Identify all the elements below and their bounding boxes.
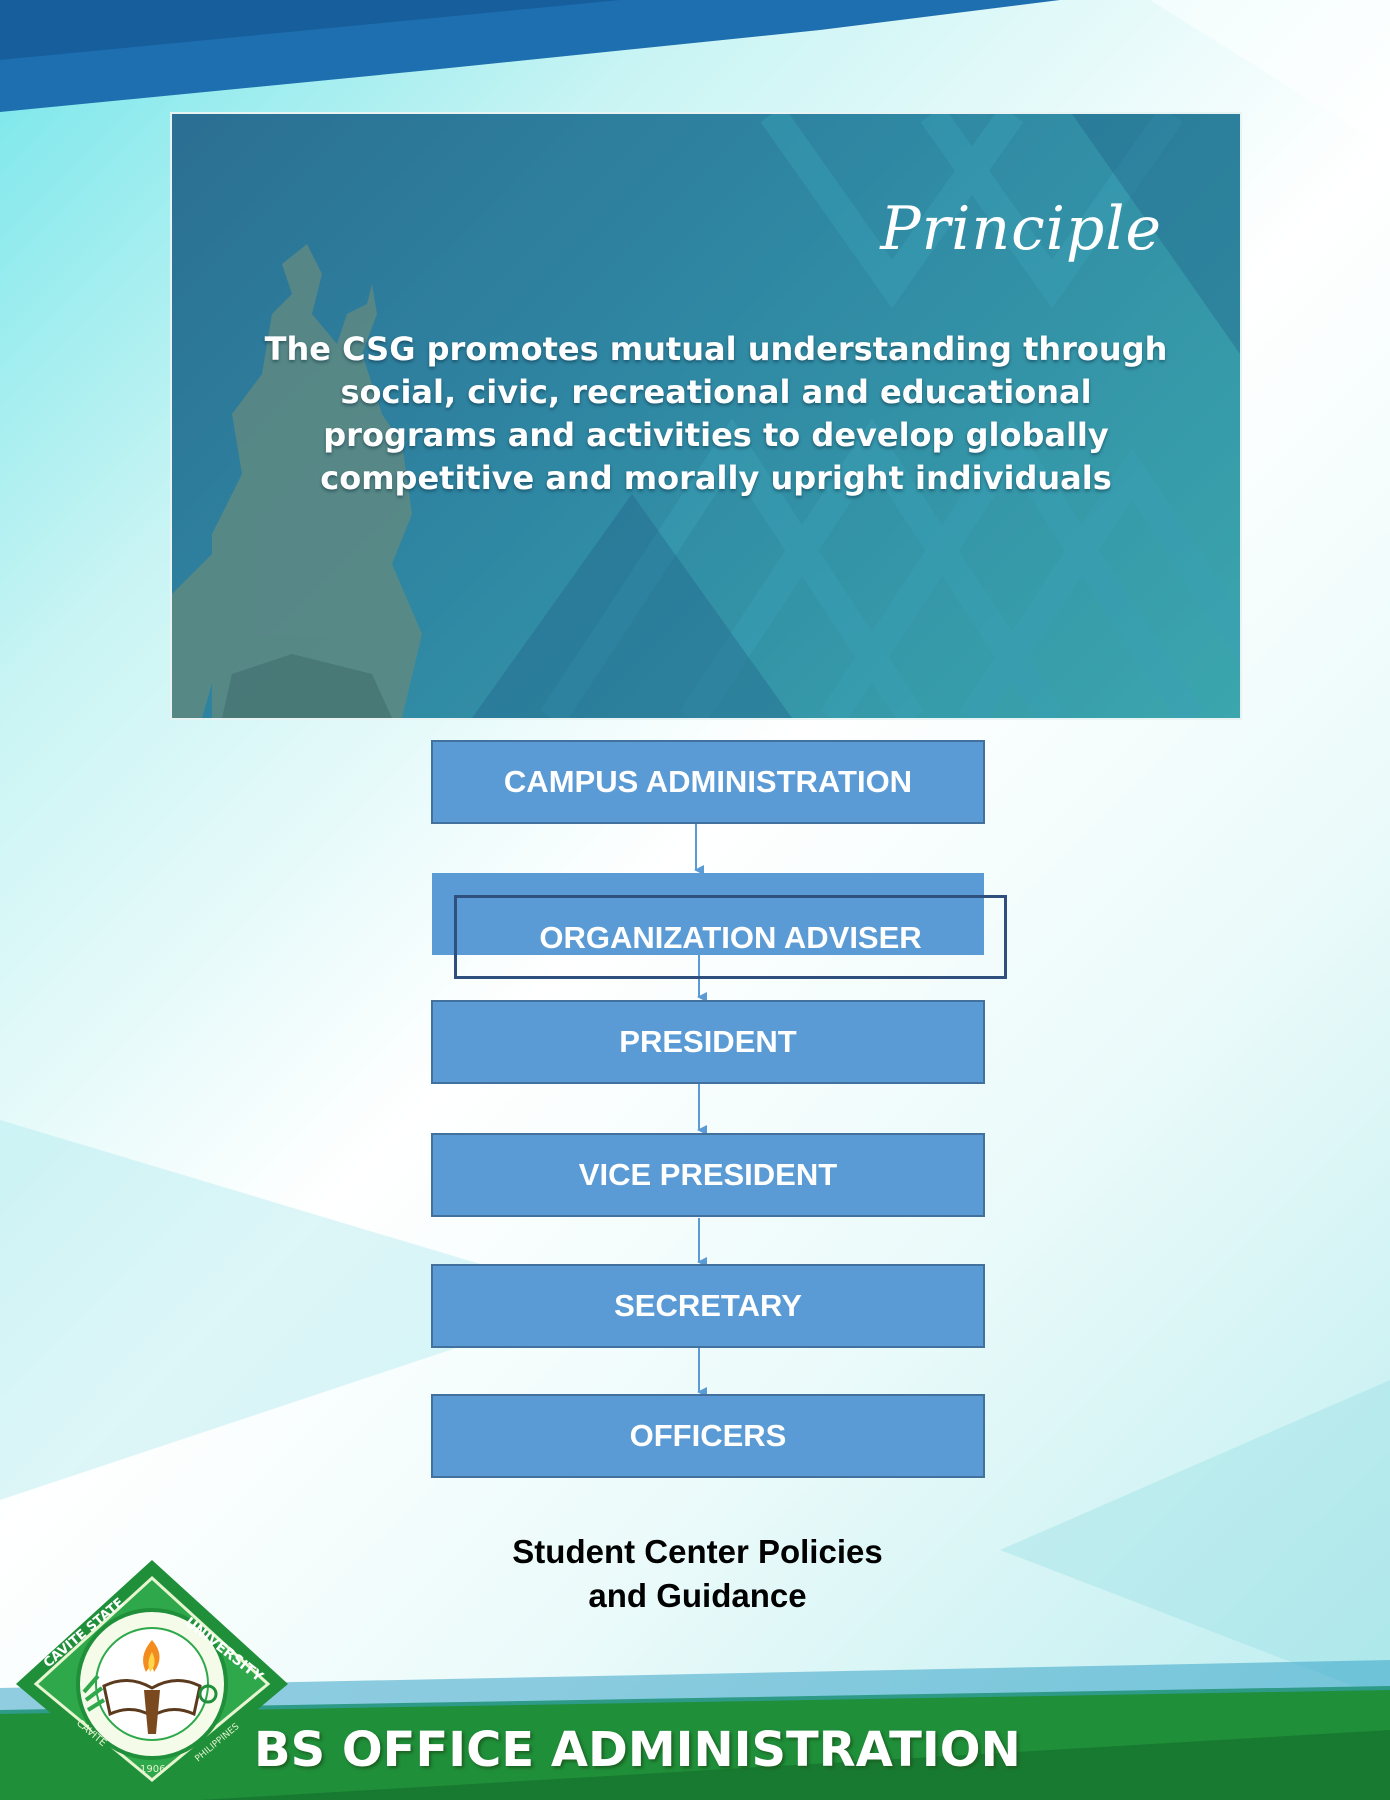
university-seal-logo: UNIVERSITY CAVITE STATE CAVITE PHILIPPIN… xyxy=(16,1560,288,1798)
org-box-secretary: SECRETARY xyxy=(431,1264,985,1348)
principle-statement: The CSG promotes mutual understanding th… xyxy=(264,330,1168,497)
org-box-president: PRESIDENT xyxy=(431,1000,985,1084)
org-box-campus-administration: CAMPUS ADMINISTRATION xyxy=(431,740,985,824)
seal-year: 1906 xyxy=(140,1764,165,1775)
top-band xyxy=(0,0,1060,112)
top-band-highlight xyxy=(0,0,620,60)
program-title: BS OFFICE ADMINISTRATION xyxy=(254,1722,1021,1778)
caption-line-2: and Guidance xyxy=(588,1577,807,1614)
caption-line-1: Student Center Policies xyxy=(512,1533,883,1570)
org-box-vice-president: VICE PRESIDENT xyxy=(431,1133,985,1217)
org-box-organization-adviser: ORGANIZATION ADVISER xyxy=(539,920,922,955)
banner-title: Principle xyxy=(880,194,1162,264)
page-caption: Student Center Policies and Guidance xyxy=(420,1530,975,1618)
principle-banner: Principle The CSG promotes mutual unders… xyxy=(172,114,1240,718)
org-box-officers: OFFICERS xyxy=(431,1394,985,1478)
